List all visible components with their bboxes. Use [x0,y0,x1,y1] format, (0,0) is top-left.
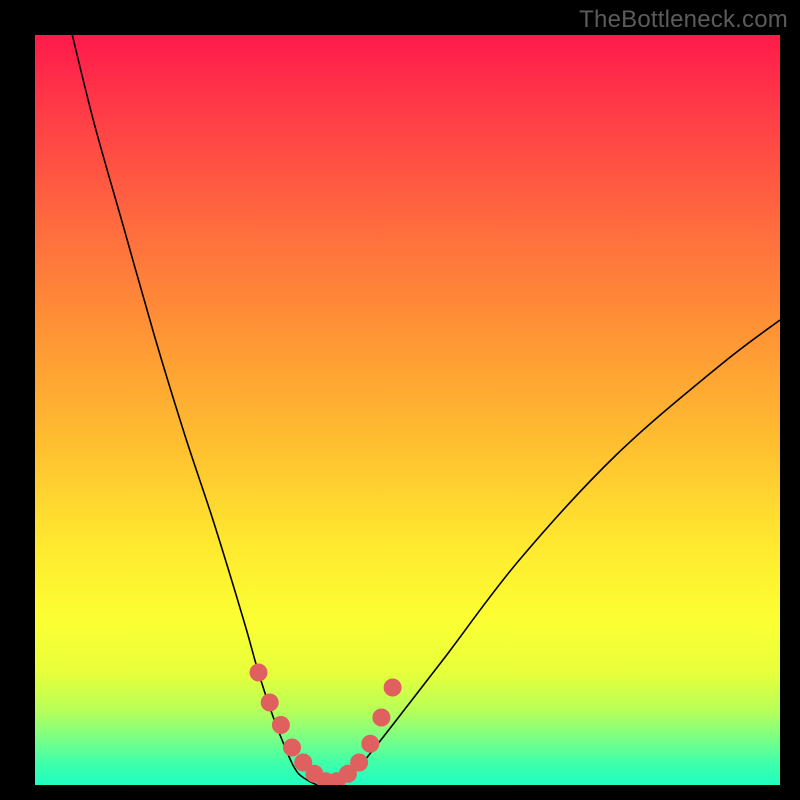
highlight-markers [250,664,402,786]
highlight-marker [384,679,402,697]
curve-svg [35,35,780,785]
watermark-label: TheBottleneck.com [579,6,788,34]
bottleneck-curve [72,35,780,785]
highlight-marker [250,664,268,682]
highlight-marker [261,694,279,712]
highlight-marker [350,754,368,772]
plot-area [35,35,780,785]
highlight-marker [361,735,379,753]
chart-frame: TheBottleneck.com [0,0,800,800]
highlight-marker [372,709,390,727]
highlight-marker [283,739,301,757]
highlight-marker [272,716,290,734]
